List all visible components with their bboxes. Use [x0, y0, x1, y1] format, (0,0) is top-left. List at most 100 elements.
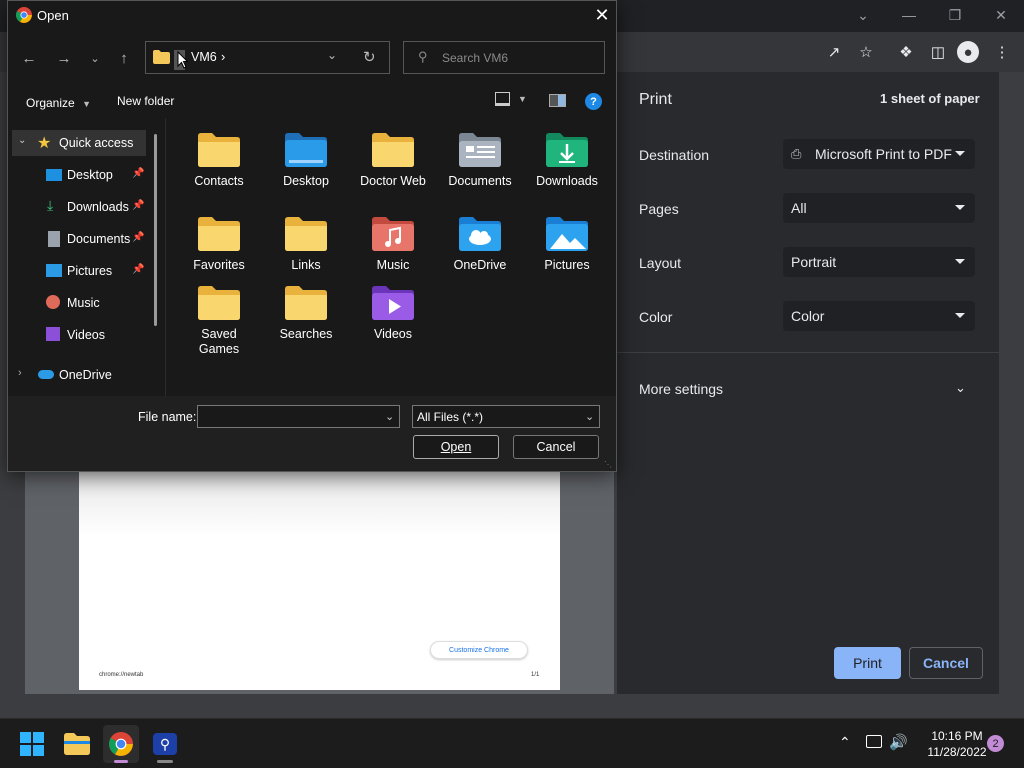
mouse-cursor-icon	[177, 51, 188, 69]
view-options-caret-icon[interactable]: ▼	[518, 94, 527, 104]
resize-grip-icon[interactable]: ⋱	[604, 460, 612, 469]
music-icon	[46, 295, 60, 309]
chrome-logo-icon	[16, 7, 32, 23]
folder-label: Downloads	[536, 174, 598, 188]
chevron-down-icon[interactable]: ⌄	[955, 380, 966, 396]
layout-select[interactable]: Portrait	[783, 247, 975, 277]
folder-label: Saved Games	[198, 327, 240, 356]
desktop-folder-icon	[285, 133, 327, 167]
folder-item-pictures[interactable]: Pictures	[528, 214, 606, 294]
notification-badge[interactable]: 2	[987, 735, 1004, 752]
nav-item-downloads[interactable]: ⤓ Downloads 📌	[12, 194, 146, 220]
folder-item-desktop[interactable]: Desktop	[267, 130, 345, 210]
volume-icon[interactable]: 🔊	[889, 733, 908, 751]
more-settings-toggle[interactable]: More settings	[639, 381, 723, 397]
cancel-button[interactable]: Cancel	[513, 435, 599, 459]
new-folder-button[interactable]: New folder	[117, 94, 174, 108]
folder-item-doctor-web[interactable]: Doctor Web	[354, 130, 432, 210]
destination-select[interactable]: ⎙ Microsoft Print to PDF	[783, 139, 975, 169]
folder-icon	[372, 133, 414, 167]
nav-item-documents[interactable]: Documents 📌	[12, 226, 146, 252]
nav-item-onedrive[interactable]: › OneDrive	[12, 362, 146, 388]
folder-label: Doctor Web	[360, 174, 426, 188]
documents-icon	[48, 231, 60, 247]
search-input[interactable]: Search VM6	[403, 41, 605, 74]
star-icon: ★	[37, 135, 52, 152]
navigation-pane	[8, 118, 166, 396]
tab-search-icon[interactable]: ⌄	[840, 0, 886, 30]
profile-avatar-icon[interactable]: ●	[957, 41, 979, 63]
folder-item-contacts[interactable]: Contacts	[180, 130, 258, 210]
folder-item-downloads[interactable]: Downloads	[528, 130, 606, 210]
organize-label: Organize	[26, 96, 75, 110]
pin-icon: 📌	[132, 264, 145, 275]
refresh-icon[interactable]: ↻	[363, 48, 376, 66]
nav-item-desktop[interactable]: Desktop 📌	[12, 162, 146, 188]
extensions-icon[interactable]: ❖	[894, 40, 918, 64]
file-explorer-icon[interactable]	[64, 733, 90, 755]
folder-label: Documents	[448, 174, 512, 188]
network-icon[interactable]	[866, 735, 882, 748]
close-window-button[interactable]: ✕	[978, 0, 1024, 30]
file-name-input[interactable]	[197, 405, 400, 428]
chevron-up-icon[interactable]: ⌃	[839, 734, 851, 751]
breadcrumb-segment[interactable]: VM6	[191, 50, 217, 64]
nav-item-videos[interactable]: Videos	[12, 322, 146, 348]
folder-item-videos[interactable]: Videos	[354, 283, 432, 363]
preview-pane-icon[interactable]	[549, 94, 566, 107]
nav-item-music[interactable]: Music	[12, 290, 146, 316]
sheet-count: 1 sheet of paper	[880, 91, 980, 106]
up-arrow-icon[interactable]: ↑	[113, 47, 135, 69]
back-arrow-icon[interactable]: ←	[18, 47, 40, 69]
windows-start-icon[interactable]	[20, 732, 44, 756]
side-panel-icon[interactable]: ◫	[926, 40, 950, 64]
print-cancel-button[interactable]: Cancel	[909, 647, 983, 679]
change-view-icon[interactable]	[495, 92, 510, 106]
chevron-down-icon[interactable]: ⌄	[385, 410, 394, 423]
share-icon[interactable]: ↗	[822, 40, 846, 64]
desktop-icon	[46, 169, 62, 181]
file-type-select[interactable]: All Files (*.*)	[412, 405, 600, 428]
folder-item-documents[interactable]: Documents	[441, 130, 519, 210]
close-icon[interactable]: ✕	[592, 5, 612, 26]
folder-item-favorites[interactable]: Favorites	[180, 214, 258, 294]
chevron-right-icon[interactable]: ›	[221, 49, 225, 64]
minimize-button[interactable]: —	[886, 0, 932, 30]
folder-item-links[interactable]: Links	[267, 214, 345, 294]
nav-item-quick-access[interactable]: ⌄ ★ Quick access	[12, 130, 146, 156]
printer-icon: ⎙	[791, 146, 802, 161]
chevron-down-icon[interactable]: ⌄	[18, 135, 26, 146]
restore-button[interactable]: ❐	[932, 0, 978, 30]
preview-footer-url: chrome://newtab	[99, 672, 144, 678]
color-select[interactable]: Color	[783, 301, 975, 331]
nav-scrollbar[interactable]	[154, 134, 157, 326]
nav-item-pictures[interactable]: Pictures 📌	[12, 258, 146, 284]
clock-date[interactable]: 11/28/2022	[919, 745, 995, 759]
documents-folder-icon	[459, 133, 501, 167]
folder-item-searches[interactable]: Searches	[267, 283, 345, 363]
address-dropdown-icon[interactable]: ⌄	[327, 48, 337, 62]
pin-icon: 📌	[132, 168, 145, 179]
nav-item-label: Videos	[67, 328, 105, 342]
print-button[interactable]: Print	[834, 647, 901, 679]
magnifier-app-icon[interactable]: ⚲	[153, 733, 177, 755]
pages-select[interactable]: All	[783, 193, 975, 223]
recent-locations-chevron-icon[interactable]: ⌄	[84, 47, 106, 69]
downloads-folder-icon	[546, 133, 588, 167]
nav-item-label: Pictures	[67, 264, 113, 278]
folder-label: Desktop	[283, 174, 329, 188]
chrome-menu-icon[interactable]: ⋮	[990, 40, 1014, 64]
bookmark-star-icon[interactable]: ☆	[854, 40, 878, 64]
folder-item-onedrive[interactable]: OneDrive	[441, 214, 519, 294]
forward-arrow-icon[interactable]: →	[53, 47, 75, 69]
open-button[interactable]: Open	[413, 435, 499, 459]
folder-item-music[interactable]: Music	[354, 214, 432, 294]
folder-item-saved-games[interactable]: Saved Games	[180, 283, 258, 363]
pane-splitter[interactable]	[165, 118, 166, 396]
help-icon[interactable]: ?	[585, 93, 602, 110]
organize-button[interactable]: Organize ▼	[26, 94, 91, 112]
destination-value: Microsoft Print to PDF	[815, 146, 952, 162]
clock-time[interactable]: 10:16 PM	[921, 729, 993, 743]
destination-label: Destination	[639, 147, 710, 163]
chevron-right-icon[interactable]: ›	[18, 367, 22, 379]
